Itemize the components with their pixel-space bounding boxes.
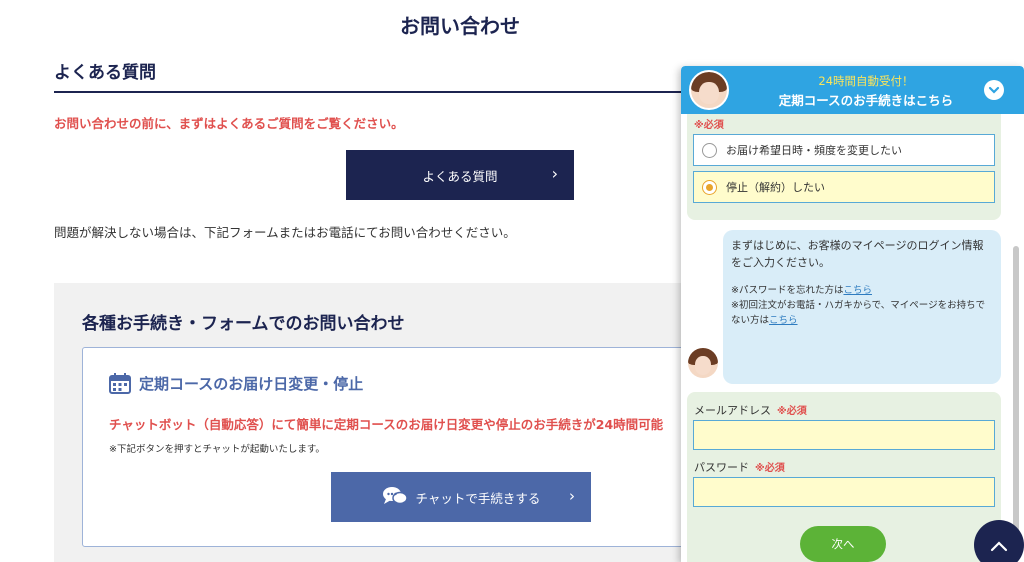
card-title: 定期コースのお届け日変更・停止 [109, 372, 363, 394]
faq-heading: よくある質問 [54, 58, 694, 93]
chat-bubbles-icon [382, 486, 408, 509]
bot-avatar [688, 348, 718, 378]
chevron-right-icon: › [551, 164, 558, 183]
forgot-password-link[interactable]: こちら [843, 285, 872, 296]
radio-button-selected[interactable] [702, 180, 717, 195]
faq-note: お問い合わせの前に、まずはよくあるご質問をご覧ください。 [54, 116, 404, 131]
password-label: パスワード ※必須 [694, 459, 785, 475]
chat-scrollbar[interactable] [1013, 246, 1019, 536]
option-block: ※必須 お届け希望日時・頻度を変更したい 停止（解約）したい [687, 114, 1001, 220]
email-field[interactable] [693, 420, 995, 450]
bot-message-bubble: まずはじめに、お客様のマイページのログイン情報をご入力ください。 ※パスワードを… [723, 230, 1001, 384]
chat-header-subtitle: 24時間自動受付！ [818, 74, 914, 88]
page-title: お問い合わせ [400, 14, 520, 38]
chat-start-button-label: チャットで手続きする [415, 490, 541, 506]
option-label: お届け希望日時・頻度を変更したい [726, 144, 902, 157]
option-change-delivery[interactable]: お届け希望日時・頻度を変更したい [693, 134, 995, 166]
password-field[interactable] [693, 477, 995, 507]
email-label: メールアドレス ※必須 [694, 402, 807, 418]
faq-button-label: よくある質問 [422, 168, 498, 184]
no-mypage-line: ※初回注文がお電話・ハガキからで、マイページをお持ちでない方はこちら [731, 298, 993, 328]
chat-header-title: 定期コースのお手続きはこちら [778, 93, 954, 108]
required-tag: ※必須 [755, 463, 785, 474]
faq-after-text: 問題が解決しない場合は、下記フォームまたはお電話にてお問い合わせください。 [54, 225, 516, 240]
subscription-card: 定期コースのお届け日変更・停止 チャットボット（自動応答）にて簡単に定期コースの… [82, 347, 722, 547]
faq-button[interactable]: よくある質問 › [346, 150, 574, 200]
option-cancel[interactable]: 停止（解約）したい [693, 171, 995, 203]
scroll-to-top-button[interactable] [974, 520, 1024, 562]
next-button[interactable]: 次へ [800, 526, 886, 562]
password-label-text: パスワード [694, 461, 749, 474]
forms-heading: 各種お手続き・フォームでのお問い合わせ [82, 314, 405, 334]
forgot-password-text: ※パスワードを忘れた方は [731, 285, 844, 296]
chat-header[interactable]: 24時間自動受付！ 定期コースのお手続きはこちら [681, 66, 1024, 114]
chat-widget: 24時間自動受付！ 定期コースのお手続きはこちら ※必須 お届け希望日時・頻度を… [681, 66, 1024, 562]
faq-section: よくある質問 お問い合わせの前に、まずはよくあるご質問をご覧ください。 よくある… [54, 58, 694, 240]
operator-avatar [689, 70, 729, 110]
card-title-text: 定期コースのお届け日変更・停止 [139, 374, 364, 393]
forms-panel: 各種お手続き・フォームでのお問い合わせ 定期コースのお届け日変更・停止 チャット… [54, 283, 722, 562]
card-lead-text: チャットボット（自動応答）にて簡単に定期コースのお届け日変更や停止のお手続きが2… [109, 417, 664, 432]
required-tag: ※必須 [694, 120, 724, 131]
calendar-icon [109, 372, 131, 394]
required-tag: ※必須 [777, 406, 807, 417]
chevron-right-icon: › [569, 487, 575, 505]
bot-message-text: まずはじめに、お客様のマイページのログイン情報をご入力ください。 [731, 239, 984, 269]
option-label: 停止（解約）したい [726, 181, 825, 194]
forgot-password-line: ※パスワードを忘れた方はこちら [731, 283, 993, 298]
radio-button[interactable] [702, 143, 717, 158]
chat-body: ※必須 お届け希望日時・頻度を変更したい 停止（解約）したい まずはじめに、お客… [681, 114, 1024, 562]
card-note-text: ※下記ボタンを押すとチャットが起動いたします。 [109, 444, 325, 455]
login-form: メールアドレス ※必須 パスワード ※必須 次へ [687, 392, 1001, 562]
chevron-up-icon [990, 533, 1008, 557]
no-mypage-link[interactable]: こちら [769, 315, 798, 326]
email-label-text: メールアドレス [694, 404, 771, 417]
chat-start-button[interactable]: チャットで手続きする › [331, 472, 591, 522]
chevron-down-icon[interactable] [984, 80, 1004, 100]
